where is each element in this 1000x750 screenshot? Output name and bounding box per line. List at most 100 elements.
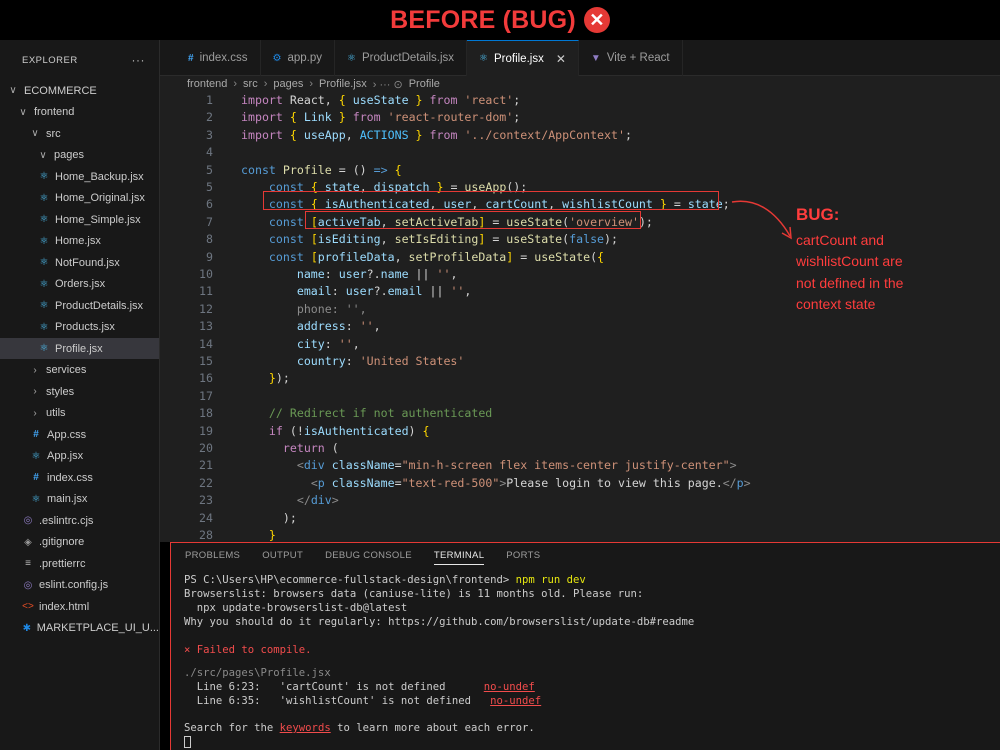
panel-tab-debug-console[interactable]: DEBUG CONSOLE bbox=[325, 550, 412, 561]
breadcrumb-item[interactable]: pages bbox=[273, 78, 303, 90]
code-token: className bbox=[331, 458, 395, 473]
tree-item-home-original-jsx[interactable]: ⚛ Home_Original.jsx bbox=[0, 188, 159, 209]
tree-item-utils[interactable]: › utils bbox=[0, 403, 159, 424]
file-type-icon: ⚛ bbox=[39, 235, 49, 247]
tree-item-ecommerce[interactable]: ∨ ECOMMERCE bbox=[0, 80, 159, 101]
tree-item-notfound-jsx[interactable]: ⚛ NotFound.jsx bbox=[0, 252, 159, 273]
code-text: return ( bbox=[241, 440, 339, 457]
tree-item-marketplace-ui-u[interactable]: ✱ MARKETPLACE_UI_U... bbox=[0, 618, 159, 639]
tree-item-main-jsx[interactable]: ⚛ main.jsx bbox=[0, 489, 159, 510]
breadcrumb-item[interactable]: frontend bbox=[187, 78, 227, 90]
tree-item-src[interactable]: ∨ src bbox=[0, 123, 159, 144]
tree-item-home-backup-jsx[interactable]: ⚛ Home_Backup.jsx bbox=[0, 166, 159, 187]
tab-index-css[interactable]: # index.css bbox=[160, 40, 261, 76]
code-token: , bbox=[352, 336, 360, 351]
tab-label: app.py bbox=[287, 52, 322, 64]
code-line: 3 import { useApp, ACTIONS } from '../con… bbox=[160, 127, 1000, 144]
code-token: => bbox=[373, 162, 388, 177]
tree-item-label: .gitignore bbox=[39, 536, 85, 548]
file-type-icon: ⚛ bbox=[39, 300, 49, 311]
tree-item-styles[interactable]: › styles bbox=[0, 381, 159, 402]
code-line: 15 country: 'United States' bbox=[160, 353, 1000, 370]
code-token: setProfileData bbox=[408, 249, 507, 264]
code-line: 5 const Profile = () => { bbox=[160, 162, 1000, 179]
code-token: name bbox=[380, 267, 409, 281]
tree-item-index-css[interactable]: # index.css bbox=[0, 467, 159, 488]
line-number: 19 bbox=[199, 423, 213, 438]
code-token: ; bbox=[624, 127, 632, 142]
tree-item-orders-jsx[interactable]: ⚛ Orders.jsx bbox=[0, 274, 159, 295]
breadcrumb-item[interactable]: Profile bbox=[409, 78, 440, 90]
code-token: '' bbox=[450, 284, 465, 299]
file-type-icon: ▼ bbox=[590, 52, 601, 64]
file-type-icon: ⚛ bbox=[31, 493, 41, 505]
terminal-command: npm run dev bbox=[515, 574, 586, 586]
line-number: 8 bbox=[206, 232, 213, 247]
tree-item-frontend[interactable]: ∨ frontend bbox=[0, 102, 159, 123]
code-token: { bbox=[289, 110, 304, 125]
code-token: p bbox=[736, 475, 744, 490]
file-type-icon: # bbox=[188, 52, 194, 64]
terminal-cursor-line[interactable] bbox=[184, 735, 191, 749]
code-editor[interactable]: 28 } 24 ); 23 </div> 22 <p className="text-… bbox=[160, 92, 1000, 542]
panel-tab-problems[interactable]: PROBLEMS bbox=[185, 550, 240, 561]
code-line: 22 <p className="text-red-500">Please lo… bbox=[160, 475, 1000, 492]
code-line: 20 return ( bbox=[160, 440, 1000, 457]
panel-tab-ports[interactable]: PORTS bbox=[506, 550, 540, 561]
tree-item-index-html[interactable]: <> index.html bbox=[0, 596, 159, 617]
code-token: const bbox=[241, 162, 283, 177]
tree-item-label: Home_Original.jsx bbox=[55, 192, 145, 204]
tree-item-label: utils bbox=[46, 407, 66, 419]
code-token: : bbox=[345, 354, 360, 368]
tree-item-productdetails-jsx[interactable]: ⚛ ProductDetails.jsx bbox=[0, 295, 159, 316]
bug-annotation: BUG: cartCount and wishlistCount are not… bbox=[796, 204, 906, 316]
file-type-icon: ⚛ bbox=[479, 53, 488, 64]
code-token: ( bbox=[331, 441, 339, 455]
chevron-right-icon: › bbox=[33, 364, 37, 376]
code-token: ; bbox=[513, 110, 521, 125]
tree-item-home-jsx[interactable]: ⚛ Home.jsx bbox=[0, 231, 159, 252]
tree-item-services[interactable]: › services bbox=[0, 360, 159, 381]
code-text: address: '', bbox=[241, 318, 381, 335]
error-2-rule-link[interactable]: no-undef bbox=[490, 695, 541, 707]
code-token: { bbox=[289, 127, 304, 142]
code-token: = bbox=[394, 458, 402, 473]
tree-item-eslintrc-cjs[interactable]: ◎ .eslintrc.cjs bbox=[0, 510, 159, 531]
banner-title: BEFORE (BUG) bbox=[390, 5, 576, 34]
tab-vite-react[interactable]: ▼ Vite + React bbox=[579, 40, 683, 76]
more-actions-icon[interactable]: ··· bbox=[132, 53, 146, 67]
tab-productdetails-jsx[interactable]: ⚛ ProductDetails.jsx bbox=[335, 40, 468, 76]
tab-app-py[interactable]: ⚙ app.py bbox=[261, 40, 335, 76]
breadcrumb-item[interactable]: Profile.jsx bbox=[319, 78, 367, 90]
tree-item-products-jsx[interactable]: ⚛ Products.jsx bbox=[0, 317, 159, 338]
panel-tab-terminal[interactable]: TERMINAL bbox=[433, 550, 485, 565]
breadcrumb-item[interactable]: src bbox=[243, 78, 258, 90]
tree-item-pages[interactable]: ∨ pages bbox=[0, 145, 159, 166]
error-1-rule-link[interactable]: no-undef bbox=[484, 681, 535, 693]
code-token: , bbox=[380, 232, 395, 247]
code-token: isAuthenticated bbox=[303, 423, 409, 438]
line-number: 5 bbox=[206, 180, 213, 194]
file-type-icon: ◎ bbox=[23, 579, 33, 591]
tree-item-app-css[interactable]: # App.css bbox=[0, 424, 159, 445]
code-token: 'United States' bbox=[359, 354, 465, 368]
close-icon[interactable]: ✕ bbox=[556, 52, 566, 66]
tab-profile-jsx[interactable]: ⚛ Profile.jsx ✕ bbox=[467, 40, 579, 76]
tree-item-prettierrc[interactable]: ≡ .prettierrc bbox=[0, 553, 159, 574]
tree-item-profile-jsx[interactable]: ⚛ Profile.jsx bbox=[0, 338, 159, 359]
file-type-icon: # bbox=[33, 472, 39, 483]
code-token: : bbox=[324, 267, 339, 281]
tree-item-home-simple-jsx[interactable]: ⚛ Home_Simple.jsx bbox=[0, 209, 159, 230]
terminal-search-line: Search for the keywords to learn more ab… bbox=[184, 721, 535, 735]
code-token: name bbox=[296, 267, 325, 281]
code-line: 2 import { Link } from 'react-router-dom'… bbox=[160, 109, 1000, 126]
tree-item-gitignore[interactable]: ◈ .gitignore bbox=[0, 532, 159, 553]
terminal-command-line: PS C:\Users\HP\ecommerce-fullstack-desig… bbox=[184, 573, 586, 587]
keywords-link[interactable]: keywords bbox=[280, 722, 331, 734]
code-token: 'react' bbox=[464, 93, 514, 107]
tree-item-eslint-config-js[interactable]: ◎ eslint.config.js bbox=[0, 575, 159, 596]
tree-item-app-jsx[interactable]: ⚛ App.jsx bbox=[0, 446, 159, 467]
panel-tab-output[interactable]: OUTPUT bbox=[262, 550, 303, 561]
code-token: className bbox=[331, 475, 395, 490]
